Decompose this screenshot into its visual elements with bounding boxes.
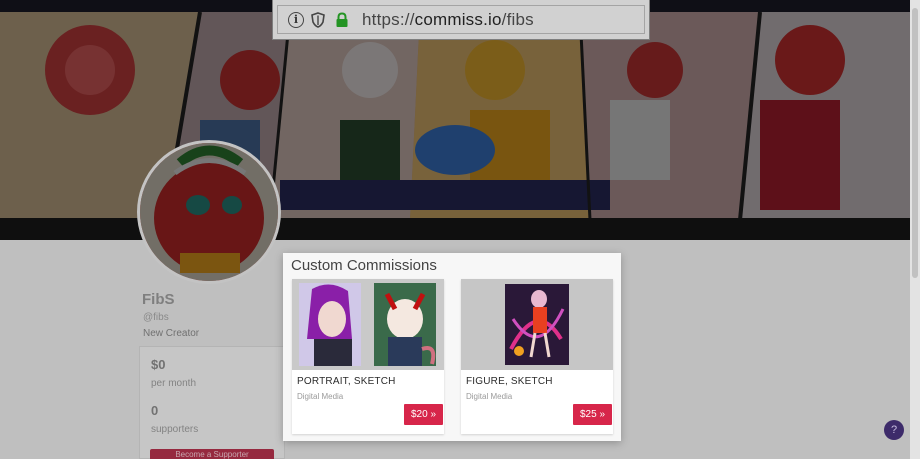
stats-box: $0 per month 0 supporters [139, 346, 285, 459]
profile-name: FibS [142, 291, 175, 308]
url-text[interactable]: https://commiss.io/fibs [362, 10, 534, 30]
avatar[interactable] [137, 140, 281, 284]
price-button[interactable]: $20 » [404, 404, 443, 425]
stat-value-monthly: $0 [151, 357, 166, 372]
card-title: PORTRAIT, SKETCH [297, 376, 396, 387]
browser-address-bar: i https://commiss.io/fibs [272, 0, 650, 40]
stat-value-supporters: 0 [151, 403, 159, 418]
help-chat-button[interactable]: ? [884, 420, 904, 440]
become-supporter-button[interactable]: Become a Supporter [150, 449, 274, 459]
shield-icon[interactable] [311, 12, 325, 28]
info-icon[interactable]: i [288, 12, 304, 28]
profile-handle: @fibs [143, 312, 169, 323]
commission-card-portrait[interactable]: PORTRAIT, SKETCH Digital Media $20 » [292, 279, 444, 434]
custom-commissions-modal: Custom Commissions PORTRAIT, SKETCH Digi… [283, 253, 621, 441]
figure-sketch-preview [461, 279, 613, 370]
lock-icon[interactable] [335, 12, 349, 28]
url-path: /fibs [501, 10, 534, 29]
url-host: commiss.io [414, 10, 502, 29]
card-thumbnail[interactable] [292, 279, 444, 370]
stat-label-supporters: supporters [151, 424, 199, 435]
modal-title: Custom Commissions [291, 257, 437, 274]
card-thumbnail[interactable] [461, 279, 613, 370]
card-subtitle: Digital Media [466, 392, 513, 401]
card-title: FIGURE, SKETCH [466, 376, 553, 387]
commission-card-figure[interactable]: FIGURE, SKETCH Digital Media $25 » [461, 279, 613, 434]
url-scheme: https:// [362, 10, 415, 29]
card-subtitle: Digital Media [297, 392, 344, 401]
price-button[interactable]: $25 » [573, 404, 612, 425]
scrollbar-thumb[interactable] [912, 8, 918, 278]
portrait-sketch-preview [292, 279, 444, 370]
profile-role: New Creator [143, 328, 200, 339]
url-field[interactable]: i https://commiss.io/fibs [277, 5, 645, 34]
stat-label-monthly: per month [151, 378, 197, 389]
